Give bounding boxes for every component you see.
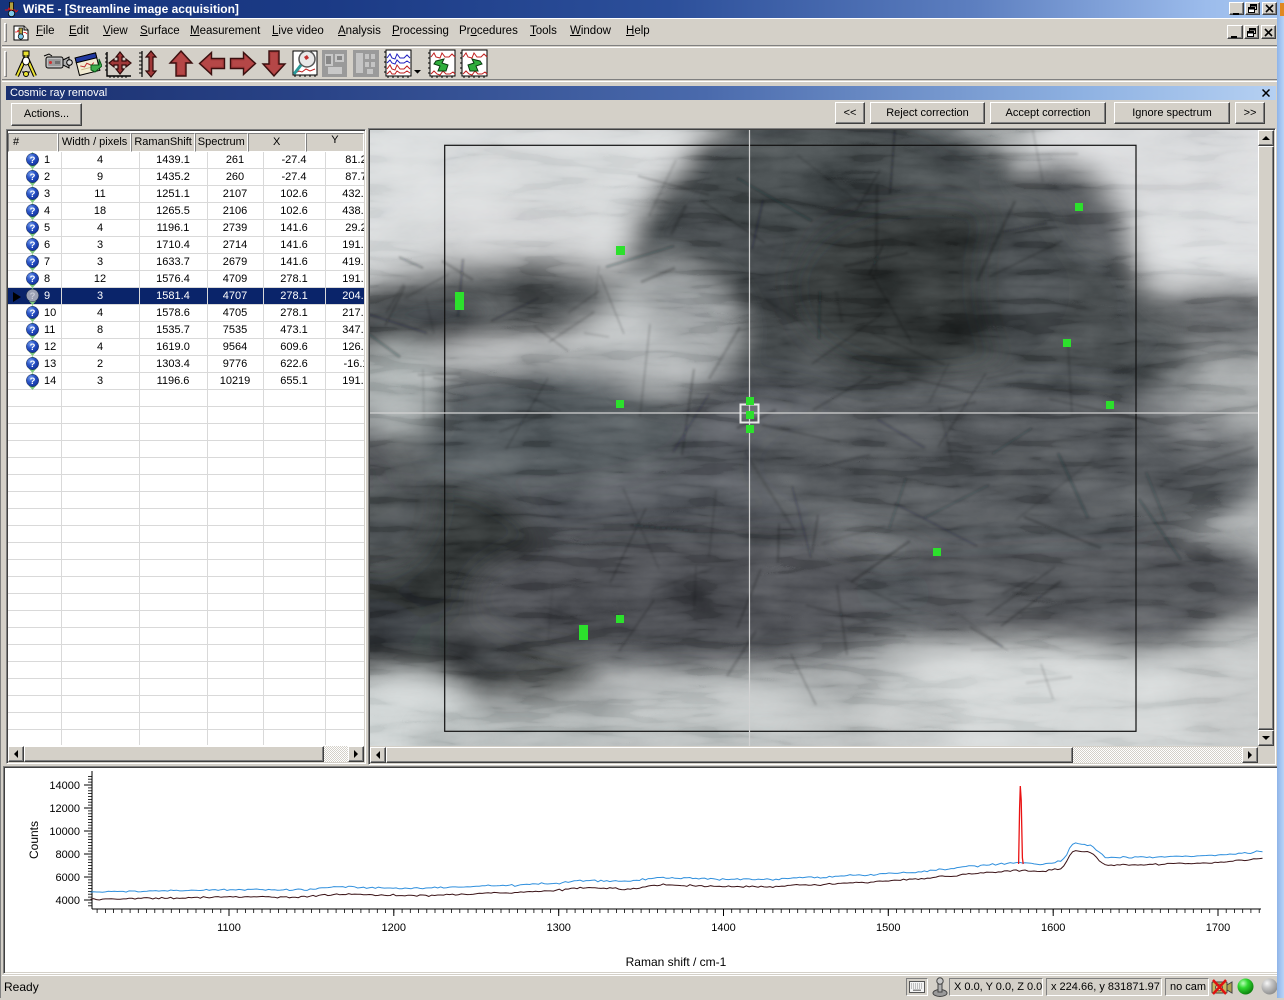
svg-text:?: ?	[30, 291, 36, 302]
svg-text:?: ?	[30, 155, 36, 166]
svg-text:Raman shift / cm-1: Raman shift / cm-1	[626, 955, 727, 969]
svg-text:?: ?	[30, 223, 36, 234]
svg-text:8000: 8000	[56, 849, 80, 861]
svg-text:?: ?	[30, 376, 36, 387]
svg-text:10000: 10000	[49, 826, 80, 838]
svg-text:?: ?	[30, 325, 36, 336]
svg-text:4000: 4000	[56, 895, 80, 907]
svg-text:14000: 14000	[49, 780, 80, 792]
svg-text:1200: 1200	[382, 922, 406, 934]
svg-text:?: ?	[30, 172, 36, 183]
svg-text:1500: 1500	[876, 922, 900, 934]
svg-text:1600: 1600	[1041, 922, 1065, 934]
svg-text:1400: 1400	[711, 922, 735, 934]
svg-text:?: ?	[30, 342, 36, 353]
svg-text:?: ?	[30, 189, 36, 200]
svg-text:1300: 1300	[546, 922, 570, 934]
svg-text:12000: 12000	[49, 803, 80, 815]
svg-text:?: ?	[30, 240, 36, 251]
svg-text:?: ?	[30, 359, 36, 370]
svg-text:1100: 1100	[217, 922, 241, 934]
svg-text:1700: 1700	[1206, 922, 1230, 934]
svg-text:?: ?	[30, 206, 36, 217]
svg-text:Counts: Counts	[27, 821, 41, 859]
svg-text:?: ?	[30, 257, 36, 268]
svg-text:6000: 6000	[56, 872, 80, 884]
svg-text:?: ?	[30, 308, 36, 319]
svg-text:?: ?	[30, 274, 36, 285]
